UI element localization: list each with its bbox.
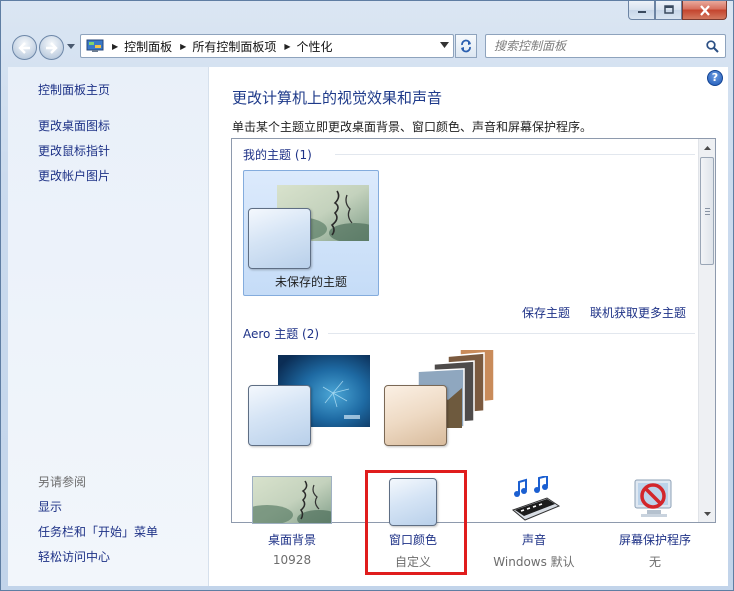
group-divider <box>335 154 695 155</box>
breadcrumb-separator[interactable]: ▶ <box>180 42 186 51</box>
window-color-swatch <box>248 385 311 446</box>
sidebar-link-desktop-icons[interactable]: 更改桌面图标 <box>38 117 110 134</box>
breadcrumb-control-panel[interactable]: 控制面板 <box>124 38 172 55</box>
highlight-annotation <box>365 470 467 575</box>
close-icon <box>699 4 710 16</box>
theme-list-scrollbar[interactable] <box>698 139 715 522</box>
screen-saver-value: 无 <box>648 555 661 569</box>
refresh-button[interactable] <box>455 34 477 58</box>
refresh-icon <box>461 39 471 53</box>
sounds-value: Windows 默认 <box>493 555 575 569</box>
sounds-link[interactable]: 声音 <box>474 531 594 548</box>
theme-list[interactable]: 我的主题 (1) 未保存的主题 保存主题 联机获取更多主题 Aero 主题 (2… <box>231 138 716 523</box>
search-input[interactable] <box>494 39 694 53</box>
sidebar-link-control-panel-home[interactable]: 控制面板主页 <box>38 81 110 98</box>
my-themes-header[interactable]: 我的主题 (1) <box>243 146 312 163</box>
action-screen-saver[interactable]: 屏幕保护程序 无 <box>595 476 715 576</box>
window-color-swatch <box>248 208 311 269</box>
sidebar-link-display[interactable]: 显示 <box>38 498 62 515</box>
scroll-up-button[interactable] <box>699 139 715 156</box>
action-desktop-background[interactable]: 桌面背景 10928 <box>232 476 352 576</box>
see-also-heading: 另请参阅 <box>38 475 87 489</box>
aero-themes-header[interactable]: Aero 主题 (2) <box>243 325 319 342</box>
sidebar-link-account-picture[interactable]: 更改帐户图片 <box>38 167 110 184</box>
control-panel-icon <box>86 39 104 52</box>
window-color-swatch <box>384 385 447 446</box>
breadcrumb-separator[interactable]: ▶ <box>112 42 118 51</box>
sound-icon <box>512 476 561 521</box>
forward-button[interactable] <box>39 35 64 60</box>
recent-pages-dropdown[interactable] <box>67 44 75 49</box>
page-description: 单击某个主题立即更改桌面背景、窗口颜色、声音和屏幕保护程序。 <box>232 120 593 134</box>
chevron-up-icon <box>703 145 711 150</box>
address-bar[interactable]: ▶ 控制面板 ▶ 所有控制面板项 ▶ 个性化 <box>80 34 454 58</box>
action-sounds[interactable]: 声音 Windows 默认 <box>474 476 594 576</box>
breadcrumb-all-items[interactable]: 所有控制面板项 <box>192 38 276 55</box>
back-button[interactable] <box>12 35 37 60</box>
minimize-icon <box>637 11 646 13</box>
theme-aero-windows7[interactable] <box>243 349 379 475</box>
sidebar-link-mouse-pointers[interactable]: 更改鼠标指针 <box>38 142 110 159</box>
desktop-background-value: 10928 <box>272 553 312 567</box>
maximize-button[interactable] <box>655 1 682 20</box>
search-icon[interactable] <box>706 40 719 53</box>
maximize-icon <box>663 5 674 14</box>
help-icon[interactable]: ? <box>707 70 723 86</box>
control-panel-window: ▶ 控制面板 ▶ 所有控制面板项 ▶ 个性化 控制面板主页 更 <box>0 0 734 591</box>
sidebar: 控制面板主页 更改桌面图标 更改鼠标指针 更改帐户图片 另请参阅 显示 任务栏和… <box>8 67 209 586</box>
theme-aero-landscapes[interactable] <box>379 349 515 475</box>
save-theme-link[interactable]: 保存主题 <box>522 304 570 321</box>
sidebar-link-ease-of-access[interactable]: 轻松访问中心 <box>38 548 110 565</box>
sidebar-link-taskbar-start-menu[interactable]: 任务栏和「开始」菜单 <box>38 523 158 540</box>
wallpaper-icon <box>252 476 332 524</box>
theme-unsaved[interactable]: 未保存的主题 <box>243 170 379 296</box>
chevron-down-icon[interactable] <box>440 42 449 48</box>
breadcrumb-separator[interactable]: ▶ <box>284 42 290 51</box>
page-title: 更改计算机上的视觉效果和声音 <box>232 89 443 107</box>
get-more-themes-link[interactable]: 联机获取更多主题 <box>590 304 686 321</box>
desktop-background-link[interactable]: 桌面背景 <box>232 531 352 548</box>
caption-buttons <box>628 1 727 20</box>
minimize-button[interactable] <box>628 1 655 20</box>
search-box[interactable] <box>485 34 726 58</box>
unsaved-theme-label: 未保存的主题 <box>274 275 347 289</box>
breadcrumb-personalization[interactable]: 个性化 <box>297 38 333 55</box>
arrow-left-icon <box>18 41 30 54</box>
close-button[interactable] <box>682 1 727 20</box>
screen-saver-link[interactable]: 屏幕保护程序 <box>595 531 715 548</box>
navigation-bar: ▶ 控制面板 ▶ 所有控制面板项 ▶ 个性化 <box>1 29 734 65</box>
arrow-right-icon <box>46 41 58 54</box>
scroll-thumb[interactable] <box>700 157 714 265</box>
screensaver-icon <box>634 479 672 517</box>
group-divider <box>328 333 695 334</box>
